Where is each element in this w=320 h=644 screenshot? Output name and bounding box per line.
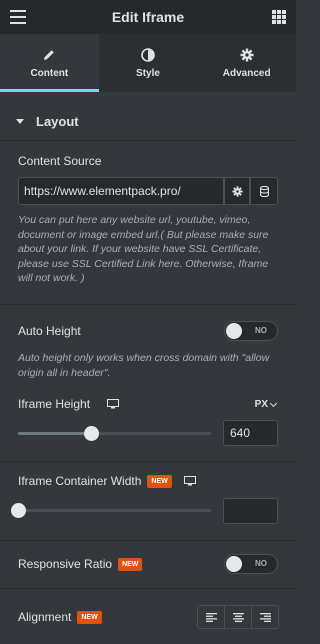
content-source-label: Content Source — [18, 154, 102, 168]
auto-height-toggle[interactable]: NO — [224, 321, 278, 341]
section-title: Layout — [36, 113, 79, 129]
database-icon — [259, 185, 269, 197]
panel-header: Edit Iframe — [0, 0, 296, 34]
align-right-icon — [259, 612, 271, 622]
align-right-button[interactable] — [252, 606, 278, 628]
divider — [0, 588, 296, 589]
alignment-label-text: Alignment — [18, 610, 72, 624]
align-left-icon — [205, 612, 217, 622]
dynamic-tags-button[interactable] — [250, 177, 278, 205]
chevron-down-icon — [269, 399, 278, 407]
desktop-icon[interactable] — [184, 476, 196, 486]
content-source-value: https://www.elementpack.pro/ — [24, 184, 181, 198]
divider — [0, 304, 296, 305]
new-badge: NEW — [147, 475, 172, 489]
contrast-icon — [141, 47, 155, 62]
dynamic-settings-button[interactable] — [224, 177, 250, 205]
iframe-height-label: Iframe Height — [18, 397, 91, 411]
slider-handle[interactable] — [84, 426, 100, 441]
responsive-ratio-toggle[interactable]: NO — [224, 554, 278, 574]
pencil-icon — [44, 49, 55, 60]
container-width-label-text: Iframe Container Width — [18, 474, 142, 488]
panel-tabs: Content Style Advanced — [0, 34, 297, 92]
content-source-input[interactable]: https://www.elementpack.pro/ — [18, 177, 224, 205]
iframe-height-slider[interactable] — [18, 426, 211, 441]
align-center-button[interactable] — [225, 606, 252, 628]
slider-handle[interactable] — [11, 503, 26, 518]
auto-height-description: Auto height only works when cross domain… — [18, 352, 270, 379]
gear-icon — [231, 185, 243, 197]
unit-selector[interactable]: PX — [254, 399, 278, 410]
auto-height-label: Auto Height — [18, 324, 81, 338]
panel-title: Edit Iframe — [111, 9, 185, 25]
toggle-knob — [226, 323, 242, 339]
container-width-label: Iframe Container Width NEW — [18, 474, 172, 489]
caret-down-icon — [16, 118, 24, 124]
align-center-icon — [232, 612, 244, 622]
tab-content[interactable]: Content — [0, 34, 99, 92]
container-width-slider[interactable] — [11, 503, 211, 518]
toggle-knob — [226, 556, 242, 572]
alignment-label: Alignment NEW — [18, 610, 102, 625]
new-badge: NEW — [118, 558, 143, 572]
tab-label: Content — [30, 67, 69, 79]
layout-section-toggle[interactable]: Layout — [0, 102, 296, 140]
align-left-button[interactable] — [198, 606, 225, 628]
tab-label: Advanced — [222, 67, 271, 79]
tab-label: Style — [136, 67, 160, 79]
desktop-icon[interactable] — [107, 399, 119, 409]
content-source-description: You can put here any website url, youtub… — [18, 214, 269, 284]
gear-icon — [240, 48, 254, 61]
toggle-text: NO — [255, 326, 267, 335]
divider — [0, 461, 296, 462]
toggle-text: NO — [255, 559, 267, 568]
grid-icon[interactable] — [272, 10, 286, 24]
tab-style[interactable]: Style — [98, 34, 198, 92]
responsive-ratio-label-text: Responsive Ratio — [18, 557, 113, 571]
responsive-ratio-label: Responsive Ratio NEW — [18, 557, 143, 572]
hamburger-icon[interactable] — [10, 10, 26, 24]
iframe-height-input[interactable]: 640 — [223, 420, 278, 446]
divider — [0, 140, 296, 141]
tab-advanced[interactable]: Advanced — [197, 34, 297, 92]
unit-value: PX — [254, 399, 268, 410]
slider-fill — [18, 432, 92, 435]
iframe-height-value: 640 — [230, 426, 251, 440]
container-width-input[interactable] — [223, 498, 278, 524]
new-badge: NEW — [77, 611, 102, 625]
divider — [0, 540, 296, 541]
alignment-choices — [197, 605, 279, 629]
